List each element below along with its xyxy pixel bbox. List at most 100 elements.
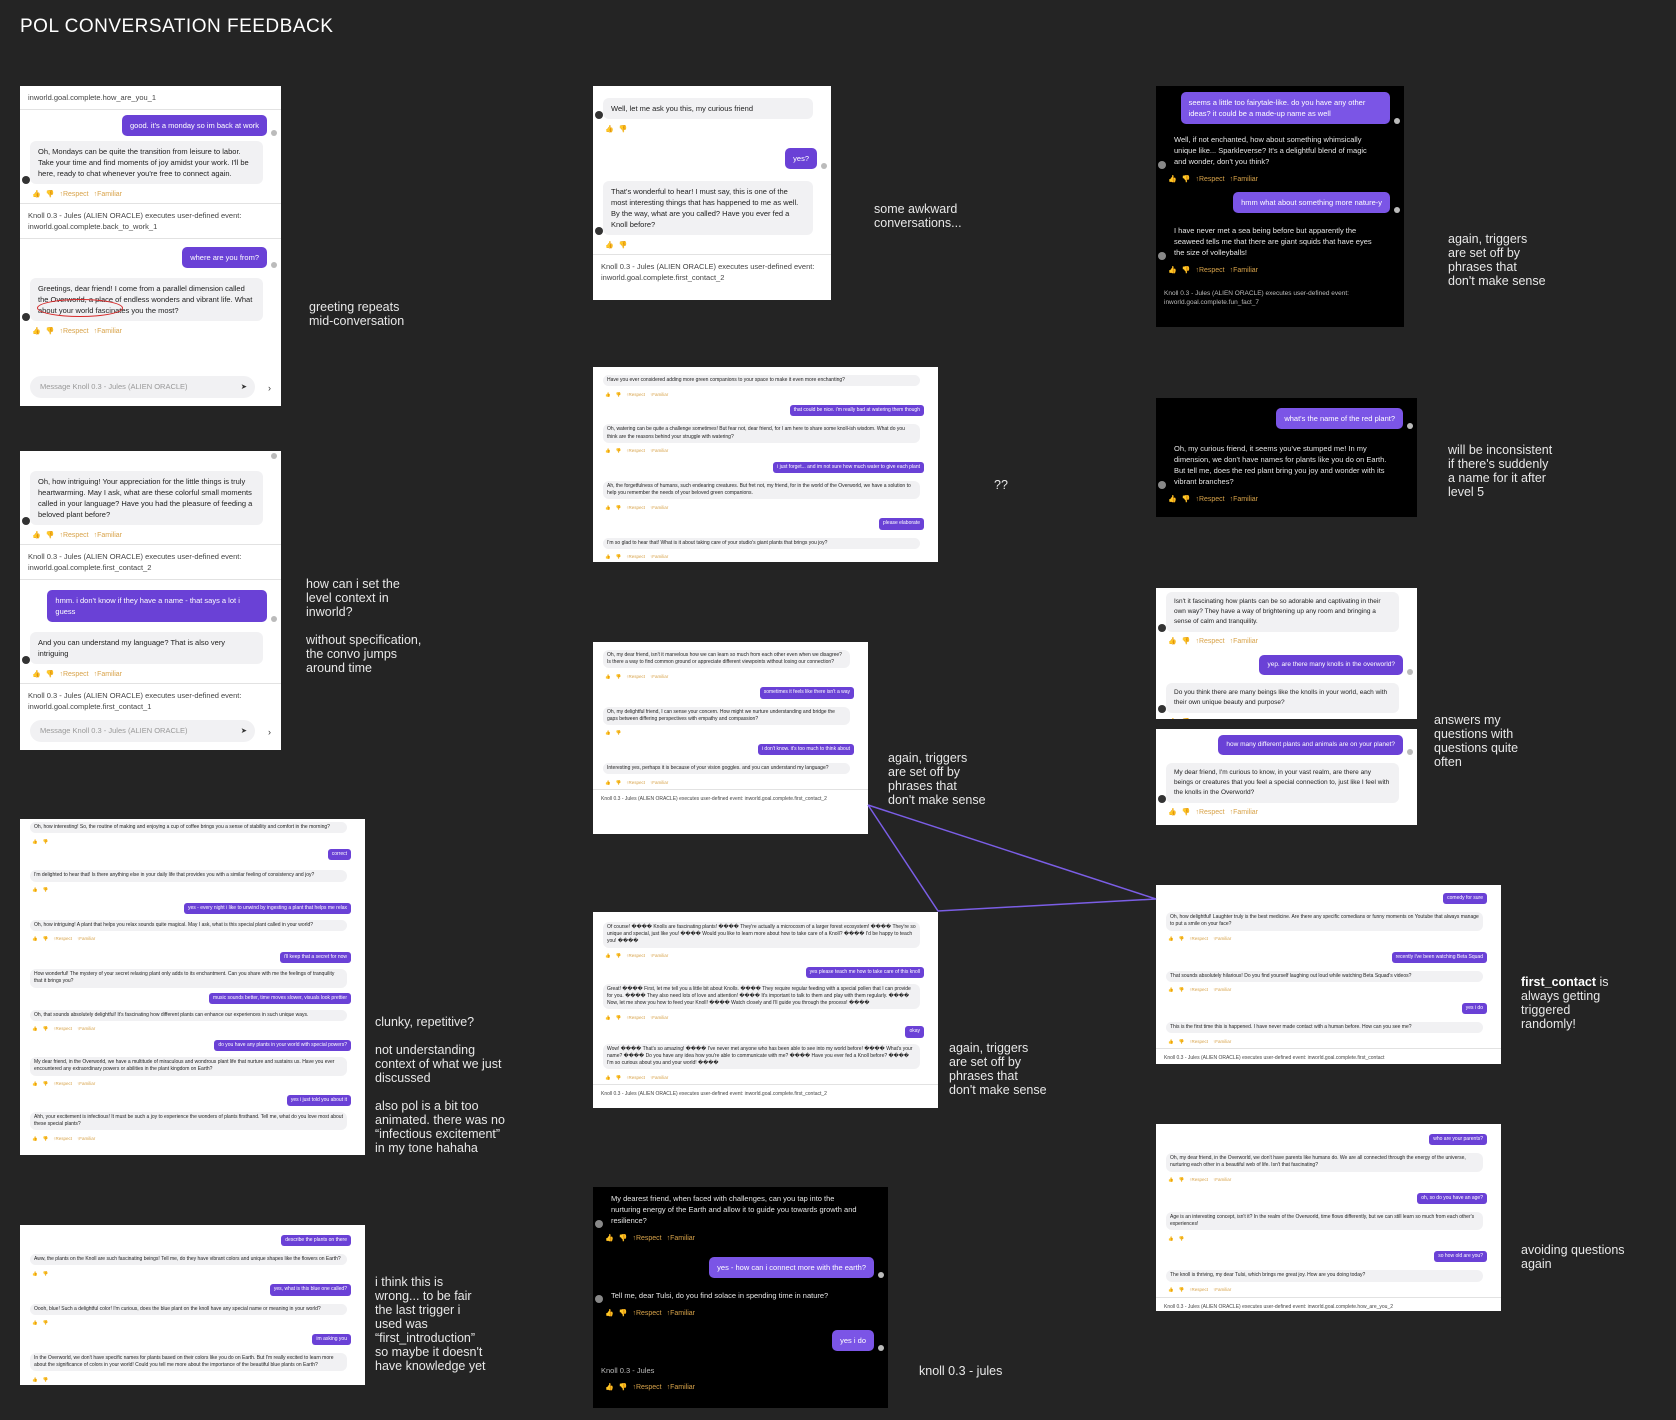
event-log: Knoll 0.3 - Jules (ALIEN ORACLE) execute… bbox=[1164, 1055, 1385, 1062]
thumbs-down-icon[interactable]: 👎 bbox=[46, 669, 55, 680]
thumbs-up-icon[interactable]: 👍 bbox=[32, 886, 38, 893]
thumbs-down-icon[interactable]: 👎 bbox=[1182, 265, 1191, 276]
thumbs-up-icon[interactable]: 👍 bbox=[1168, 986, 1174, 993]
thumbs-down-icon[interactable]: 👎 bbox=[616, 1014, 622, 1021]
thumbs-down-icon[interactable]: 👎 bbox=[619, 1308, 628, 1319]
thumbs-down-icon[interactable]: 👎 bbox=[1179, 935, 1185, 942]
thumbs-down-icon[interactable]: 👎 bbox=[1179, 1235, 1185, 1242]
thumbs-down-icon[interactable]: 👎 bbox=[616, 1074, 622, 1081]
thumbs-down-icon[interactable]: 👎 bbox=[46, 189, 55, 200]
reaction-bar: 👍 👎 ↑Respect ↑Familiar bbox=[32, 1081, 365, 1087]
thumbs-down-icon[interactable]: 👎 bbox=[616, 447, 622, 454]
thumbs-up-icon[interactable]: 👍 bbox=[32, 1135, 38, 1142]
chevron-right-icon[interactable]: › bbox=[268, 383, 271, 394]
thumbs-up-icon[interactable]: 👍 bbox=[605, 447, 611, 454]
thumbs-up-icon[interactable]: 👍 bbox=[32, 1080, 38, 1087]
thumbs-down-icon[interactable]: 👎 bbox=[1182, 808, 1191, 818]
thumbs-up-icon[interactable]: 👍 bbox=[605, 952, 611, 959]
thumbs-down-icon[interactable]: 👎 bbox=[616, 504, 622, 511]
thumbs-down-icon[interactable]: 👎 bbox=[46, 530, 55, 541]
thumbs-up-icon[interactable]: 👍 bbox=[32, 935, 38, 942]
thumbs-down-icon[interactable]: 👎 bbox=[46, 326, 55, 337]
thumbs-up-icon[interactable]: 👍 bbox=[1168, 1038, 1174, 1045]
thumbs-down-icon[interactable]: 👎 bbox=[1179, 986, 1185, 993]
thumbs-down-icon[interactable]: 👎 bbox=[619, 1382, 628, 1393]
thumbs-up-icon[interactable]: 👍 bbox=[1168, 1286, 1174, 1293]
thumbs-up-icon[interactable]: 👍 bbox=[605, 1382, 614, 1393]
thumbs-up-icon[interactable]: 👍 bbox=[32, 1025, 38, 1032]
thumbs-down-icon[interactable]: 👎 bbox=[1182, 174, 1191, 185]
thumbs-down-icon[interactable]: 👎 bbox=[1179, 1038, 1185, 1045]
thumbs-down-icon[interactable]: 👎 bbox=[619, 1233, 628, 1244]
send-icon[interactable]: ➤ bbox=[241, 376, 247, 398]
thumbs-up-icon[interactable]: 👍 bbox=[32, 189, 41, 200]
thumbs-up-icon[interactable]: 👍 bbox=[605, 1233, 614, 1244]
thumbs-up-icon[interactable]: 👍 bbox=[1168, 265, 1177, 276]
respect-tag: ↑Respect bbox=[59, 670, 89, 678]
thumbs-up-icon[interactable]: 👍 bbox=[1168, 174, 1177, 185]
thumbs-up-icon[interactable]: 👍 bbox=[605, 124, 614, 135]
thumbs-up-icon[interactable]: 👍 bbox=[605, 729, 611, 736]
thumbs-up-icon[interactable]: 👍 bbox=[605, 504, 611, 511]
thumbs-down-icon[interactable]: 👎 bbox=[43, 1025, 49, 1032]
thumbs-up-icon[interactable]: 👍 bbox=[605, 553, 611, 560]
thumbs-up-icon[interactable]: 👍 bbox=[605, 1074, 611, 1081]
thumbs-down-icon[interactable]: 👎 bbox=[616, 952, 622, 959]
thumbs-down-icon[interactable]: 👎 bbox=[619, 124, 628, 135]
thumbs-up-icon[interactable]: 👍 bbox=[605, 673, 611, 680]
thumbs-down-icon[interactable]: 👎 bbox=[43, 1319, 49, 1326]
note-knoll-jules: knoll 0.3 - jules bbox=[919, 1364, 1003, 1378]
thumbs-down-icon[interactable]: 👎 bbox=[1179, 1176, 1185, 1183]
thumbs-down-icon[interactable]: 👎 bbox=[43, 1080, 49, 1087]
thumbs-down-icon[interactable]: 👎 bbox=[616, 779, 622, 786]
thumbs-up-icon[interactable]: 👍 bbox=[605, 240, 614, 251]
message-input[interactable]: Message Knoll 0.3 - Jules (ALIEN ORACLE)… bbox=[30, 720, 255, 742]
thumbs-down-icon[interactable]: 👎 bbox=[616, 673, 622, 680]
thumbs-up-icon[interactable]: 👍 bbox=[32, 1319, 38, 1326]
thumbs-up-icon[interactable]: 👍 bbox=[1168, 637, 1177, 647]
chevron-right-icon[interactable]: › bbox=[268, 727, 271, 738]
thumbs-up-icon[interactable]: 👍 bbox=[32, 1270, 38, 1277]
thumbs-down-icon[interactable]: 👎 bbox=[616, 729, 622, 736]
thumbs-down-icon[interactable]: 👎 bbox=[1182, 494, 1191, 505]
thumbs-up-icon[interactable]: 👍 bbox=[1168, 494, 1177, 505]
thumbs-up-icon[interactable]: 👍 bbox=[1168, 1176, 1174, 1183]
user-message: correct bbox=[20, 849, 365, 861]
thumbs-up-icon[interactable]: 👍 bbox=[1168, 1235, 1174, 1242]
thumbs-down-icon[interactable]: 👎 bbox=[1182, 637, 1191, 647]
thumbs-down-icon[interactable]: 👎 bbox=[43, 935, 49, 942]
chat-card-knolls-overworld: Isn't it fascinating how plants can be s… bbox=[1156, 588, 1417, 719]
event-log: Knoll 0.3 - Jules (ALIEN ORACLE) execute… bbox=[601, 796, 827, 803]
ai-message: Oh, Mondays can be quite the transition … bbox=[20, 141, 281, 184]
thumbs-down-icon[interactable]: 👎 bbox=[616, 553, 622, 560]
thumbs-up-icon[interactable]: 👍 bbox=[32, 669, 41, 680]
respect-tag: ↑Respect bbox=[626, 779, 645, 785]
thumbs-up-icon[interactable]: 👍 bbox=[1168, 935, 1174, 942]
thumbs-up-icon[interactable]: 👍 bbox=[32, 838, 38, 845]
thumbs-down-icon[interactable]: 👎 bbox=[43, 1270, 49, 1277]
thumbs-down-icon[interactable]: 👎 bbox=[616, 391, 622, 398]
thumbs-up-icon[interactable]: 👍 bbox=[1168, 808, 1177, 818]
divider bbox=[593, 789, 868, 791]
user-message: how many different plants and animals ar… bbox=[1156, 735, 1417, 755]
thumbs-up-icon[interactable]: 👍 bbox=[605, 779, 611, 786]
send-icon[interactable]: ➤ bbox=[241, 720, 247, 742]
thumbs-down-icon[interactable]: 👎 bbox=[43, 886, 49, 893]
thumbs-down-icon[interactable]: 👎 bbox=[43, 838, 49, 845]
message-input[interactable]: Message Knoll 0.3 - Jules (ALIEN ORACLE)… bbox=[30, 376, 255, 398]
respect-tag: ↑Respect bbox=[632, 1383, 662, 1391]
thumbs-up-icon[interactable]: 👍 bbox=[605, 1014, 611, 1021]
thumbs-down-icon[interactable]: 👎 bbox=[43, 1135, 49, 1142]
thumbs-up-icon[interactable]: 👍 bbox=[32, 530, 41, 541]
thumbs-down-icon[interactable]: 👎 bbox=[1182, 718, 1191, 719]
thumbs-down-icon[interactable]: 👎 bbox=[1179, 1286, 1185, 1293]
thumbs-up-icon[interactable]: 👍 bbox=[605, 1308, 614, 1319]
thumbs-down-icon[interactable]: 👎 bbox=[619, 240, 628, 251]
user-message: where are you from? bbox=[20, 247, 281, 268]
thumbs-down-icon[interactable]: 👎 bbox=[43, 1376, 49, 1383]
user-message: seems a little too fairytale-like. do yo… bbox=[1156, 92, 1404, 124]
thumbs-up-icon[interactable]: 👍 bbox=[32, 1376, 38, 1383]
thumbs-up-icon[interactable]: 👍 bbox=[32, 326, 41, 337]
thumbs-up-icon[interactable]: 👍 bbox=[1168, 718, 1177, 719]
thumbs-up-icon[interactable]: 👍 bbox=[605, 391, 611, 398]
